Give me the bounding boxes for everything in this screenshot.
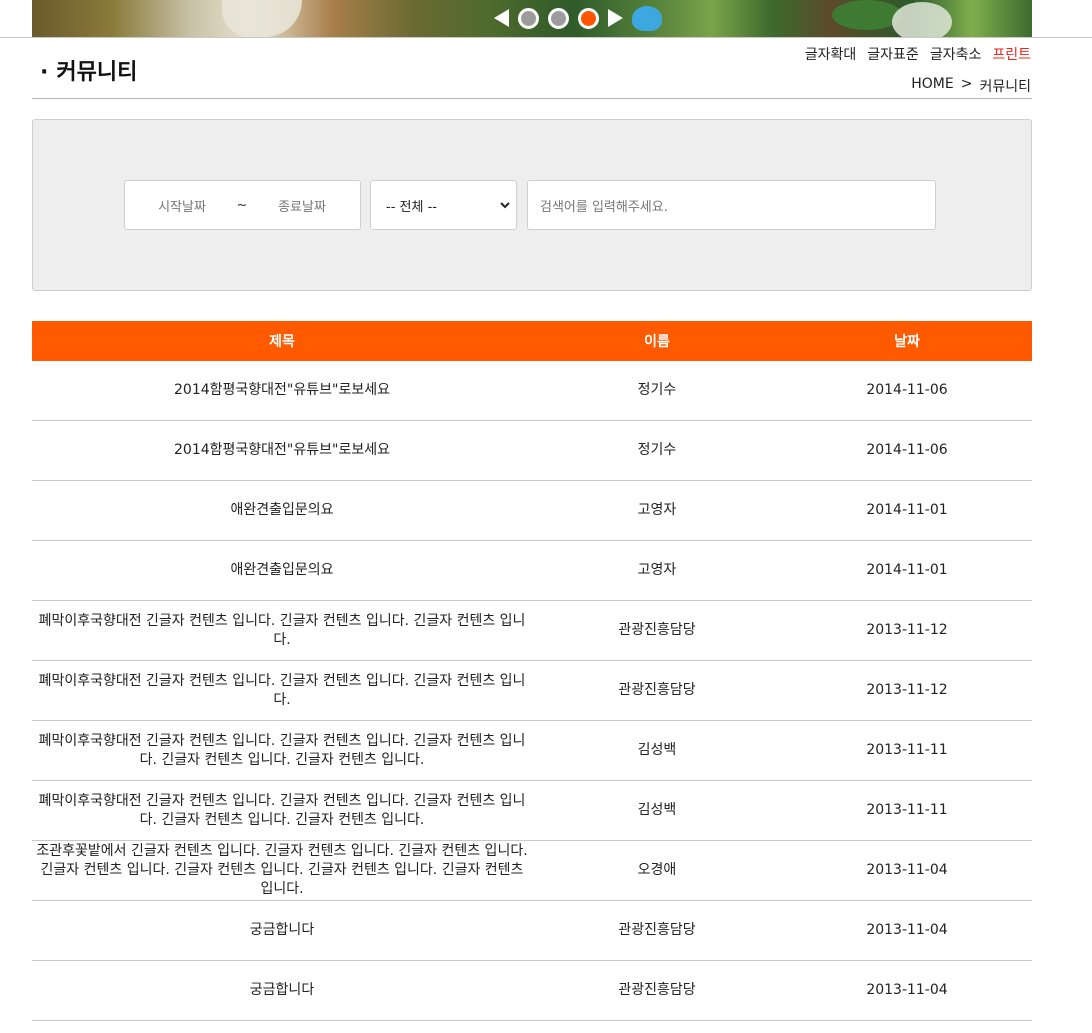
banner-image-figure — [222, 0, 302, 37]
row-title[interactable]: 애완견출입문의요 — [32, 501, 532, 520]
title-bullet-icon: · — [40, 60, 49, 85]
table-row[interactable]: 폐막이후국향대전 긴글자 컨텐츠 입니다. 긴글자 컨텐츠 입니다. 긴글자 컨… — [32, 601, 1032, 661]
search-input-placeholder: 검색어를 입력해주세요. — [540, 199, 668, 215]
row-title[interactable]: 폐막이후국향대전 긴글자 컨텐츠 입니다. 긴글자 컨텐츠 입니다. 긴글자 컨… — [32, 792, 532, 830]
font-enlarge-button[interactable]: 글자확대 — [805, 44, 857, 64]
top-banner-slider — [32, 0, 1032, 37]
slide-dot-3-active[interactable] — [578, 7, 599, 29]
date-range-field: 시작날짜 ~ 종료날짜 — [124, 180, 361, 230]
table-row[interactable]: 조관후꽃밭에서 긴글자 컨텐츠 입니다. 긴글자 컨텐츠 입니다. 긴글자 컨텐… — [32, 841, 1032, 901]
table-row[interactable]: 폐막이후국향대전 긴글자 컨텐츠 입니다. 긴글자 컨텐츠 입니다. 긴글자 컨… — [32, 781, 1032, 841]
board-table: 제목 이름 날짜 2014함평국향대전"유튜브"로보세요 정기수 2014-11-0… — [32, 321, 1032, 1033]
prev-slide-icon[interactable] — [494, 9, 509, 27]
row-name: 관광진흥담당 — [618, 922, 696, 938]
row-title[interactable]: 2014함평국향대전"유튜브"로보세요 — [32, 441, 532, 460]
table-row[interactable]: 2014함평국향대전"유튜브"로보세요 정기수 2014-11-06 — [32, 421, 1032, 481]
breadcrumb-current: 커뮤니티 — [979, 79, 1031, 95]
start-date-input[interactable]: 시작날짜 — [137, 196, 227, 215]
end-date-input[interactable]: 종료날짜 — [257, 196, 347, 215]
row-name: 관광진흥담당 — [618, 982, 696, 998]
row-date: 2014-11-06 — [866, 382, 948, 398]
slide-dot-2[interactable] — [548, 7, 569, 29]
date-range-separator: ~ — [236, 197, 248, 213]
row-title[interactable]: 애완견출입문의요 — [32, 561, 532, 580]
table-row[interactable]: 궁금합니다 관광진흥담당 2013-11-04 — [32, 961, 1032, 1021]
search-input[interactable]: 검색어를 입력해주세요. — [527, 180, 936, 230]
table-row[interactable]: 조관후꽃밭에서 긴글자 컨텐츠 입니다. 긴글자 컨텐츠 입니다. 긴글자 컨텐… — [32, 1021, 1032, 1033]
table-row[interactable]: 궁금합니다 관광진흥담당 2013-11-04 — [32, 901, 1032, 961]
slide-dot-1[interactable] — [518, 7, 539, 29]
row-date: 2013-11-04 — [866, 862, 948, 878]
table-row[interactable]: 애완견출입문의요 고영자 2014-11-01 — [32, 481, 1032, 541]
table-row[interactable]: 폐막이후국향대전 긴글자 컨텐츠 입니다. 긴글자 컨텐츠 입니다. 긴글자 컨… — [32, 661, 1032, 721]
font-reduce-button[interactable]: 글자축소 — [930, 44, 982, 64]
row-name: 관광진흥담당 — [618, 622, 696, 638]
breadcrumb: HOME > 커뮤니티 — [911, 76, 1031, 96]
font-standard-button[interactable]: 글자표준 — [867, 44, 919, 64]
row-date: 2013-11-11 — [866, 802, 948, 818]
page-title: · 커뮤니티 — [40, 54, 137, 86]
column-header-title: 제목 — [269, 334, 295, 350]
row-title[interactable]: 폐막이후국향대전 긴글자 컨텐츠 입니다. 긴글자 컨텐츠 입니다. 긴글자 컨… — [32, 672, 532, 710]
row-date: 2014-11-01 — [866, 562, 948, 578]
row-title[interactable]: 2014함평국향대전"유튜브"로보세요 — [32, 381, 532, 400]
column-header-name: 이름 — [644, 334, 670, 350]
banner-image-flower — [892, 2, 952, 37]
header-divider — [32, 98, 1032, 99]
row-name: 정기수 — [637, 442, 677, 458]
row-name: 고영자 — [637, 562, 677, 578]
table-row[interactable]: 2014함평국향대전"유튜브"로보세요 정기수 2014-11-06 — [32, 361, 1032, 421]
row-name: 관광진흥담당 — [618, 682, 696, 698]
row-date: 2013-11-12 — [866, 682, 948, 698]
table-body: 2014함평국향대전"유튜브"로보세요 정기수 2014-11-06 2014함평국향… — [32, 361, 1032, 1033]
font-size-tools: 글자확대 글자표준 글자축소 프린트 — [805, 44, 1031, 64]
row-name: 정기수 — [637, 382, 677, 398]
table-header: 제목 이름 날짜 — [32, 321, 1032, 361]
table-row[interactable]: 폐막이후국향대전 긴글자 컨텐츠 입니다. 긴글자 컨텐츠 입니다. 긴글자 컨… — [32, 721, 1032, 781]
row-name: 고영자 — [637, 502, 677, 518]
search-panel: 시작날짜 ~ 종료날짜 -- 전체 -- 검색어를 입력해주세요. — [32, 119, 1032, 291]
row-title[interactable]: 궁금합니다 — [32, 921, 532, 940]
row-date: 2014-11-06 — [866, 442, 948, 458]
column-header-date: 날짜 — [894, 334, 920, 350]
next-slide-icon[interactable] — [608, 9, 623, 27]
row-title[interactable]: 폐막이후국향대전 긴글자 컨텐츠 입니다. 긴글자 컨텐츠 입니다. 긴글자 컨… — [32, 732, 532, 770]
banner-image-bird — [632, 6, 662, 31]
row-date: 2013-11-11 — [866, 742, 948, 758]
banner-divider — [0, 37, 1092, 38]
breadcrumb-home-link[interactable]: HOME — [911, 76, 953, 96]
row-name: 김성백 — [637, 742, 677, 758]
category-select-value: -- 전체 -- — [386, 199, 437, 215]
row-name: 오경애 — [637, 862, 677, 878]
breadcrumb-separator: > — [960, 76, 973, 92]
banner-controls — [494, 7, 623, 29]
row-title[interactable]: 궁금합니다 — [32, 981, 532, 1000]
row-date: 2014-11-01 — [866, 502, 948, 518]
row-date: 2013-11-04 — [866, 982, 948, 998]
table-row[interactable]: 애완견출입문의요 고영자 2014-11-01 — [32, 541, 1032, 601]
row-date: 2013-11-12 — [866, 622, 948, 638]
row-title[interactable]: 폐막이후국향대전 긴글자 컨텐츠 입니다. 긴글자 컨텐츠 입니다. 긴글자 컨… — [32, 612, 532, 650]
page-title-text: 커뮤니티 — [56, 60, 138, 85]
row-date: 2013-11-04 — [866, 922, 948, 938]
chevron-down-icon — [500, 202, 510, 209]
row-name: 김성백 — [637, 802, 677, 818]
row-title[interactable]: 조관후꽃밭에서 긴글자 컨텐츠 입니다. 긴글자 컨텐츠 입니다. 긴글자 컨텐… — [32, 842, 532, 899]
category-select[interactable]: -- 전체 -- — [370, 180, 517, 230]
print-button[interactable]: 프린트 — [992, 44, 1031, 64]
